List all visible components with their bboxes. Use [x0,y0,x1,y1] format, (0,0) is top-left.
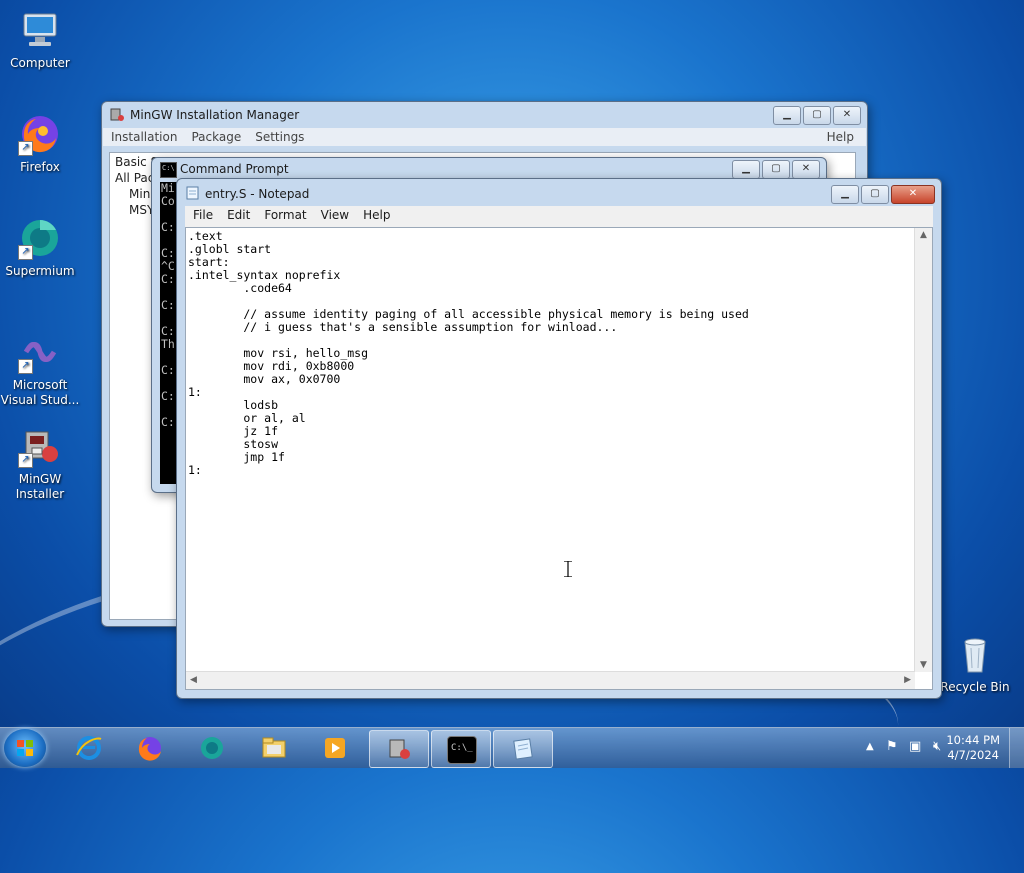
notepad-window[interactable]: entry.S - Notepad ▁ ▢ ✕ File Edit Format… [176,178,942,699]
clock-date: 4/7/2024 [947,748,999,762]
desktop-icon-computer[interactable]: Computer [0,8,80,71]
desktop-icon-label: Firefox [20,160,60,174]
maximize-button[interactable]: ▢ [803,106,831,125]
notepad-editor[interactable]: .text .globl start start: .intel_syntax … [185,227,933,690]
notepad-icon [185,186,200,200]
action-center-flag-icon[interactable]: ⚑ [886,739,898,754]
recycle-bin-icon [953,632,997,676]
notepad-menubar: File Edit Format View Help [185,206,933,228]
taskbar-mingw-installer[interactable] [369,730,429,768]
desktop-icon-supermium[interactable]: ↗ Supermium [0,216,80,279]
taskbar-internet-explorer[interactable] [60,730,118,766]
show-desktop-button[interactable] [1009,728,1024,768]
taskbar-supermium[interactable] [183,730,241,766]
minimize-button[interactable]: ▁ [773,106,801,125]
desktop-icon-label: Recycle Bin [940,680,1010,694]
computer-icon [18,8,62,52]
taskbar-command-prompt[interactable]: C:\_ [431,730,491,768]
command-prompt-icon: C:\ [160,162,177,178]
menu-installation[interactable]: Installation [111,130,177,144]
supermium-icon: ↗ [18,216,62,260]
shortcut-arrow-icon: ↗ [18,359,33,374]
taskbar-notepad[interactable] [493,730,553,768]
desktop-icon-label: Microsoft Visual Stud... [0,378,80,407]
notepad-titlebar[interactable]: entry.S - Notepad ▁ ▢ ✕ [177,179,941,207]
network-icon[interactable]: ▣ [909,739,921,754]
horizontal-scrollbar[interactable]: ◀ ▶ [186,671,915,689]
desktop-icon-label: MinGW Installer [15,472,65,501]
menu-help[interactable]: Help [827,130,854,144]
menu-format[interactable]: Format [264,208,306,226]
menu-settings[interactable]: Settings [255,130,304,144]
menu-help[interactable]: Help [363,208,390,226]
cmd-titlebar[interactable]: C:\ Command Prompt ▁ ▢ ✕ [152,158,826,180]
show-hidden-icons-icon[interactable]: ▲ [866,741,874,752]
volume-muted-icon[interactable]: 🔇︎ [933,739,941,754]
command-prompt-icon: C:\_ [447,736,477,764]
notepad-text[interactable]: .text .globl start start: .intel_syntax … [188,230,914,671]
text-cursor-icon [564,560,572,578]
windows-logo-icon [17,740,33,756]
close-button[interactable]: ✕ [891,185,935,204]
desktop-icon-label: Supermium [5,264,75,278]
start-button[interactable] [4,729,46,767]
menu-file[interactable]: File [193,208,213,226]
file-explorer-icon [260,735,288,761]
desktop-icon-firefox[interactable]: ↗ Firefox [0,112,80,175]
taskbar-media-player[interactable] [306,730,364,766]
menu-view[interactable]: View [321,208,349,226]
mingw-installer-icon [110,108,125,122]
shortcut-arrow-icon: ↗ [18,141,33,156]
desktop-icon-label: Computer [10,56,70,70]
supermium-icon [198,735,226,761]
mingw-installer-icon [385,736,413,762]
mingw-installer-icon: ↗ [18,424,62,468]
clock[interactable]: 10:44 PM 4/7/2024 [946,733,1000,763]
minimize-button[interactable]: ▁ [831,185,859,204]
desktop-icon-visual-studio[interactable]: ↗ Microsoft Visual Stud... [0,330,80,408]
maximize-button[interactable]: ▢ [861,185,889,204]
visual-studio-icon: ↗ [18,330,62,374]
scroll-down-icon[interactable]: ▼ [920,660,927,670]
minimize-button[interactable]: ▁ [732,160,760,179]
notepad-title: entry.S - Notepad [205,187,310,201]
shortcut-arrow-icon: ↗ [18,245,33,260]
taskbar-file-explorer[interactable] [245,730,303,766]
notepad-icon [509,736,537,762]
clock-time: 10:44 PM [946,733,1000,747]
close-button[interactable]: ✕ [792,160,820,179]
firefox-icon [136,735,164,761]
scroll-up-icon[interactable]: ▲ [920,230,927,240]
menu-package[interactable]: Package [191,130,241,144]
close-button[interactable]: ✕ [833,106,861,125]
scroll-left-icon[interactable]: ◀ [190,675,197,685]
menu-edit[interactable]: Edit [227,208,250,226]
scroll-right-icon[interactable]: ▶ [904,675,911,685]
firefox-icon: ↗ [18,112,62,156]
system-tray: ▲ ⚑ ▣ 🔇︎ 10:44 PM 4/7/2024 [834,728,1024,768]
shortcut-arrow-icon: ↗ [18,453,33,468]
desktop-icon-recycle-bin[interactable]: Recycle Bin [935,632,1015,695]
cmd-title: Command Prompt [180,162,289,176]
mingw-title: MinGW Installation Manager [130,108,300,122]
mingw-titlebar[interactable]: MinGW Installation Manager ▁ ▢ ✕ [102,102,867,128]
taskbar: C:\_ ▲ ⚑ ▣ 🔇︎ 10:44 PM 4/7/2024 [0,727,1024,768]
desktop-icon-mingw-installer[interactable]: ↗ MinGW Installer [0,424,80,502]
mingw-menubar: Installation Package Settings Help [103,128,866,146]
vertical-scrollbar[interactable]: ▲ ▼ [914,228,932,672]
internet-explorer-icon [75,735,103,761]
maximize-button[interactable]: ▢ [762,160,790,179]
taskbar-firefox[interactable] [121,730,179,766]
media-player-icon [321,735,349,761]
